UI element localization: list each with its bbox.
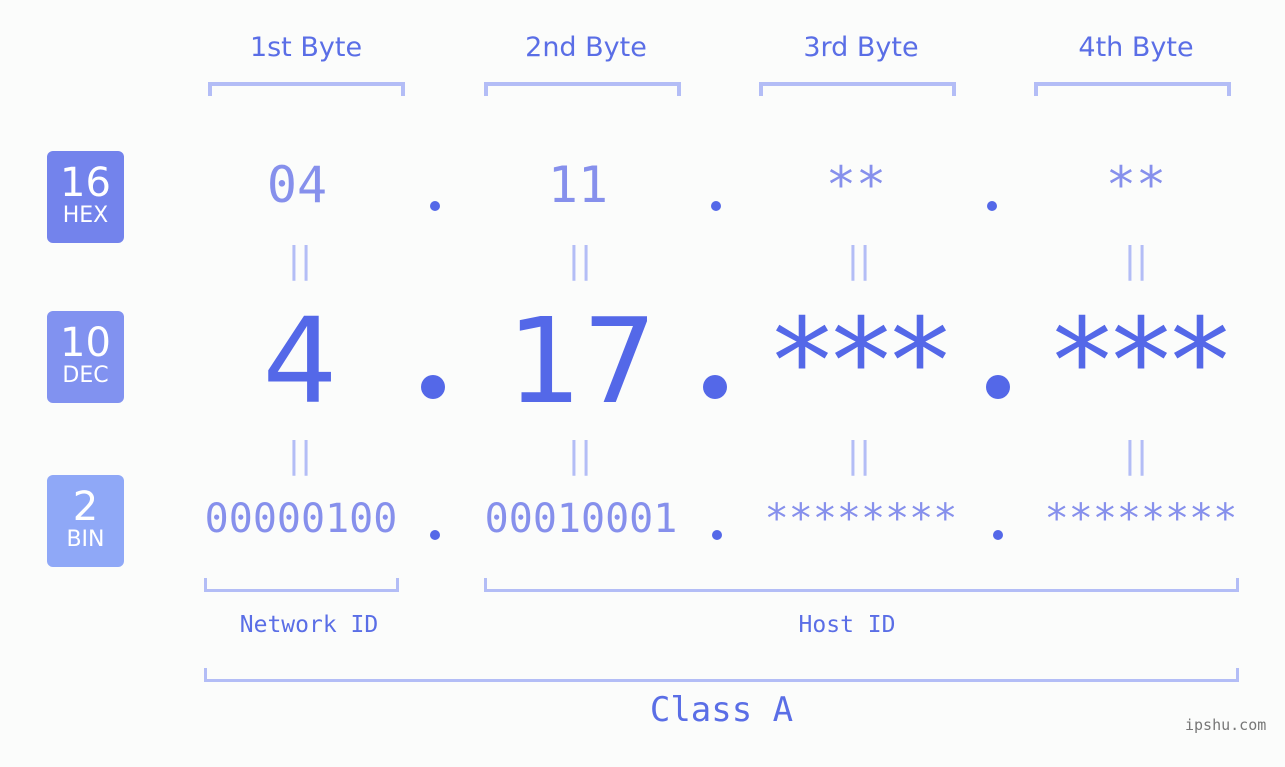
equals-hex-dec-4: || — [1123, 240, 1149, 281]
bin-base-number: 2 — [72, 484, 99, 530]
byte-3-header: 3rd Byte — [803, 32, 919, 63]
byte-2-bracket — [484, 82, 681, 96]
equals-dec-bin-3: || — [846, 435, 872, 476]
dec-dot-3 — [986, 375, 1010, 399]
host-id-bracket — [484, 578, 1239, 592]
hex-byte-1: 04 — [266, 156, 328, 214]
hex-dot-3 — [987, 201, 997, 211]
hex-byte-4: ** — [1105, 156, 1167, 214]
equals-dec-bin-1: || — [287, 435, 313, 476]
bin-byte-1: 00000100 — [204, 496, 398, 542]
bin-base-label: BIN — [66, 527, 105, 552]
hex-byte-2: 11 — [547, 156, 609, 214]
network-id-label: Network ID — [239, 612, 379, 638]
equals-hex-dec-3: || — [846, 240, 872, 281]
dec-base-label: DEC — [62, 363, 109, 388]
hex-dot-2 — [711, 201, 721, 211]
byte-3-bracket — [759, 82, 956, 96]
equals-dec-bin-2: || — [567, 435, 593, 476]
network-id-bracket — [204, 578, 399, 592]
class-bracket — [204, 668, 1239, 682]
dec-dot-2 — [703, 375, 727, 399]
equals-hex-dec-2: || — [567, 240, 593, 281]
class-label: Class A — [649, 690, 794, 730]
dec-byte-1: 4 — [262, 292, 338, 430]
byte-1-bracket — [208, 82, 405, 96]
byte-4-header: 4th Byte — [1078, 32, 1194, 63]
watermark: ipshu.com — [1185, 716, 1267, 734]
bin-dot-1 — [430, 530, 440, 540]
hex-badge: 16 HEX — [47, 151, 124, 243]
equals-hex-dec-1: || — [287, 240, 313, 281]
dec-badge: 10 DEC — [47, 311, 124, 403]
byte-1-header: 1st Byte — [249, 32, 363, 63]
dec-base-number: 10 — [60, 320, 111, 366]
dec-byte-3: *** — [772, 292, 950, 430]
bin-dot-3 — [993, 530, 1003, 540]
hex-base-number: 16 — [60, 160, 111, 206]
hex-base-label: HEX — [62, 203, 109, 228]
hex-byte-3: ** — [825, 156, 887, 214]
host-id-label: Host ID — [798, 612, 896, 638]
hex-dot-1 — [430, 201, 440, 211]
equals-dec-bin-4: || — [1123, 435, 1149, 476]
dec-byte-2: 17 — [506, 292, 658, 430]
bin-byte-4: ******** — [1044, 496, 1238, 542]
byte-2-header: 2nd Byte — [525, 32, 647, 63]
bin-byte-3: ******** — [764, 496, 958, 542]
bin-byte-2: 00010001 — [484, 496, 678, 542]
byte-4-bracket — [1034, 82, 1231, 96]
bin-dot-2 — [712, 530, 722, 540]
dec-dot-1 — [421, 375, 445, 399]
bin-badge: 2 BIN — [47, 475, 124, 567]
dec-byte-4: *** — [1052, 292, 1230, 430]
